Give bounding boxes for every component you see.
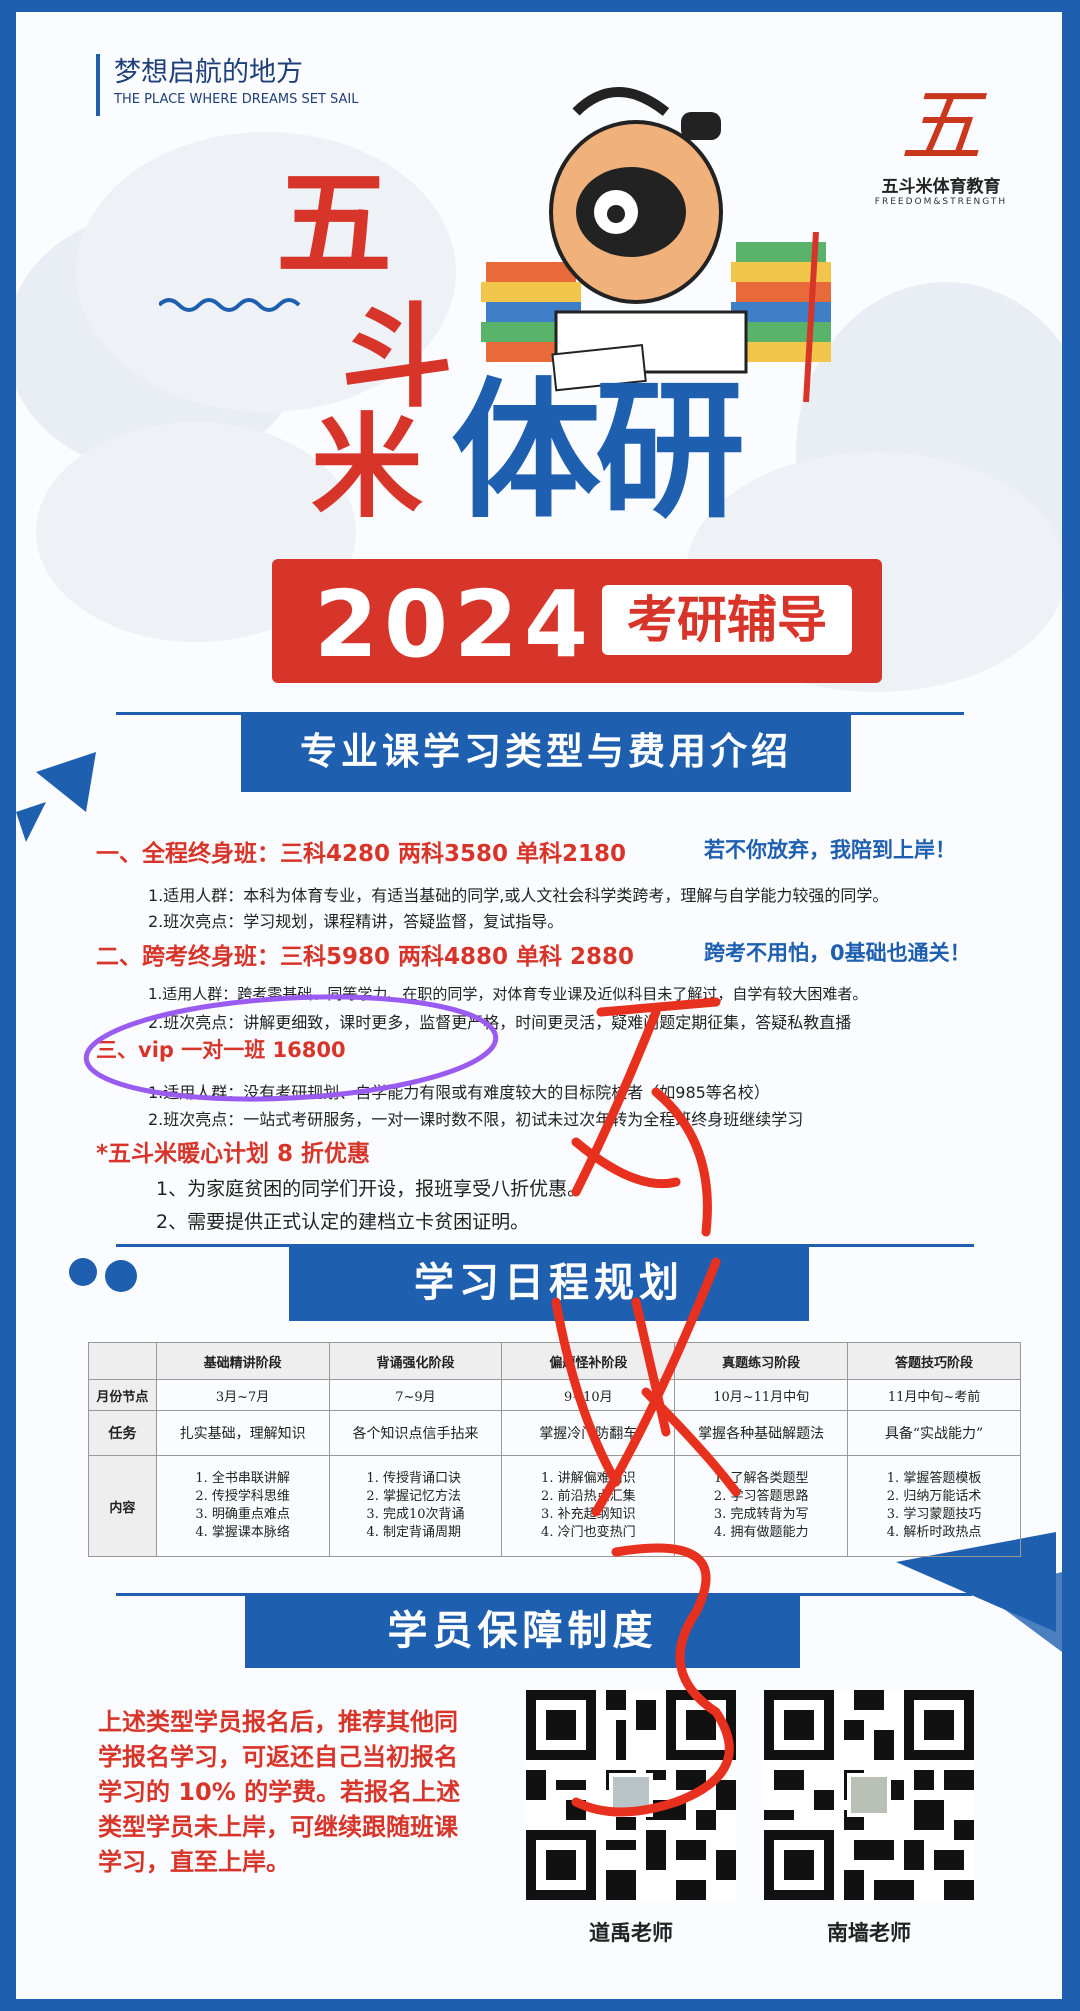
col-header: 真题练习阶段 xyxy=(674,1342,849,1380)
col-header: 背诵强化阶段 xyxy=(328,1342,503,1380)
logo-name: 五斗米体育教育 xyxy=(881,177,1001,197)
dash-decoration xyxy=(159,298,301,312)
content-item: 1. 讲解偏难知识 xyxy=(541,1471,636,1486)
schedule-table: 基础精讲阶段 背诵强化阶段 偏题怪补阶段 真题练习阶段 答题技巧阶段 月份节点 … xyxy=(88,1342,1021,1557)
tag-label: 考研辅导 xyxy=(627,591,827,649)
content-item: 3. 完成10次背诵 xyxy=(366,1507,465,1522)
hero-char-mi: 米 xyxy=(311,403,423,533)
item3-line2: 2.班次亮点：一站式考研服务，一对一课时数不限，初试未过次年转为全程班终身班继续… xyxy=(148,1110,804,1129)
content-item: 4. 拥有做题能力 xyxy=(713,1525,809,1540)
content-item: 1. 传授背诵口诀 xyxy=(366,1471,461,1486)
content-item: 2. 掌握记忆方法 xyxy=(366,1489,461,1504)
qr-code-1[interactable] xyxy=(526,1690,736,1900)
content-item: 3. 明确重点难点 xyxy=(195,1507,290,1522)
content-cell: 1. 了解各类题型 2. 学习答题思路 3. 完成转背为写 4. 拥有做题能力 xyxy=(674,1455,849,1557)
plan-line2: 2、需要提供正式认定的建档立卡贫困证明。 xyxy=(156,1211,530,1233)
item1-heading: 一、全程终身班：三科4280 两科3580 单科2180 xyxy=(96,841,627,867)
item2-heading: 二、跨考终身班：三科5980 两科4880 单科 2880 xyxy=(96,944,635,970)
content-item: 2. 前沿热点汇集 xyxy=(541,1489,636,1504)
task-cell: 扎实基础，理解知识 xyxy=(155,1410,330,1456)
month-cell: 10月~11月中旬 xyxy=(674,1379,849,1411)
col-header: 基础精讲阶段 xyxy=(155,1342,330,1380)
tag-box: 考研辅导 xyxy=(602,585,852,655)
item2-slogan: 跨考不用怕，0基础也通关！ xyxy=(704,941,971,965)
content-cell: 1. 传授背诵口诀 2. 掌握记忆方法 3. 完成10次背诵 4. 制定背诵周期 xyxy=(328,1455,503,1557)
hero-title-tiyan: 体研 xyxy=(451,365,745,539)
year-ribbon: 2024 考研辅导 xyxy=(272,559,882,683)
col-header: 答题技巧阶段 xyxy=(847,1342,1021,1380)
table-corner xyxy=(88,1342,157,1380)
task-cell: 掌握冷门防翻车 xyxy=(501,1410,676,1456)
slogan-cn: 梦想启航的地方 xyxy=(114,57,303,88)
item1-slogan: 若不你放弃，我陪到上岸！ xyxy=(704,838,956,862)
qr-code-2[interactable] xyxy=(764,1690,974,1900)
item1-line2: 2.班次亮点：学习规划，课程精讲，答疑监督，复试指导。 xyxy=(148,912,564,931)
content-cell: 1. 讲解偏难知识 2. 前沿热点汇集 3. 补充超纲知识 4. 冷门也变热门 xyxy=(501,1455,676,1557)
item2-line1: 1.适用人群：跨考零基础、同等学力、在职的同学，对体育专业课及近似科目未了解过，… xyxy=(148,985,868,1003)
task-cell: 具备“实战能力” xyxy=(847,1410,1021,1456)
logo-tagline: FREEDOM&STRENGTH xyxy=(874,197,1008,207)
content-item: 2. 归纳万能话术 xyxy=(886,1489,982,1504)
guarantee-text: 上述类型学员报名后，推荐其他同学报名学习，可返还自己当初报名学习的 10% 的学… xyxy=(98,1708,461,1876)
content-item: 1. 全书串联讲解 xyxy=(195,1471,290,1486)
poster: 梦想启航的地方 THE PLACE WHERE DREAMS SET SAIL … xyxy=(16,12,1062,1999)
month-cell: 3月~7月 xyxy=(155,1379,330,1411)
item3-line1: 1.适用人群：没有考研规划、自学能力有限或有难度较大的目标院校者（如985等名校… xyxy=(148,1083,770,1102)
col-header: 偏题怪补阶段 xyxy=(501,1342,676,1380)
qr-label-1: 道禹老师 xyxy=(589,1921,673,1945)
row-label-tasks: 任务 xyxy=(88,1410,157,1456)
item1-line1: 1.适用人群：本科为体育专业，有适当基础的同学,或人文社会科学类跨考，理解与自学… xyxy=(148,886,889,905)
content-cell: 1. 掌握答题模板 2. 归纳万能话术 3. 学习蒙题技巧 4. 解析时政热点 xyxy=(847,1455,1021,1557)
item2-line2: 2.班次亮点：讲解更细致，课时更多，监督更严格，时间更灵活，疑难问题定期征集，答… xyxy=(148,1013,852,1032)
content-item: 2. 传授学科思维 xyxy=(195,1489,290,1504)
month-cell: 11月中旬~考前 xyxy=(847,1379,1021,1411)
content-item: 1. 掌握答题模板 xyxy=(886,1471,982,1486)
year-label: 2024 xyxy=(314,571,595,678)
content-item: 1. 了解各类题型 xyxy=(713,1471,809,1486)
content-item: 3. 完成转背为写 xyxy=(713,1507,809,1522)
content-cell: 1. 全书串联讲解 2. 传授学科思维 3. 明确重点难点 4. 掌握课本脉络 xyxy=(155,1455,330,1557)
content-item: 4. 制定背诵周期 xyxy=(366,1525,461,1540)
mascot-illustration xyxy=(481,87,831,403)
qr-label-2: 南墙老师 xyxy=(827,1921,911,1945)
content-item: 4. 掌握课本脉络 xyxy=(195,1525,290,1540)
task-cell: 掌握各种基础解题法 xyxy=(674,1410,849,1456)
section3-title: 学员保障制度 xyxy=(245,1594,800,1668)
content-item: 4. 解析时政热点 xyxy=(886,1525,982,1540)
slogan-en: THE PLACE WHERE DREAMS SET SAIL xyxy=(114,92,359,107)
item3-heading: 三、vip 一对一班 16800 xyxy=(96,1038,346,1062)
month-cell: 7~9月 xyxy=(328,1379,503,1411)
brand-logo: 五 五斗米体育教育 FREEDOM&STRENGTH xyxy=(856,79,1026,208)
content-item: 2. 学习答题思路 xyxy=(713,1489,809,1504)
hero-char-wu: 五 xyxy=(276,157,392,292)
logo-mark: 五 xyxy=(900,79,982,174)
row-label-contents: 内容 xyxy=(88,1455,157,1557)
section1-title: 专业课学习类型与费用介绍 xyxy=(241,712,851,792)
month-cell: 9~10月 xyxy=(501,1379,676,1411)
content-item: 3. 补充超纲知识 xyxy=(541,1507,636,1522)
plan-line1: 1、为家庭贫困的同学们开设，报班享受八折优惠。 xyxy=(156,1178,587,1200)
task-cell: 各个知识点信手拈来 xyxy=(328,1410,503,1456)
content-item: 4. 冷门也变热门 xyxy=(541,1525,636,1540)
slogan-bar xyxy=(96,54,100,116)
row-label-months: 月份节点 xyxy=(88,1379,157,1411)
section2-title: 学习日程规划 xyxy=(289,1245,809,1321)
hero-char-dou: 斗 xyxy=(341,293,453,423)
plan-heading: *五斗米暖心计划 8 折优惠 xyxy=(96,1141,371,1167)
content-item: 3. 学习蒙题技巧 xyxy=(886,1507,982,1522)
